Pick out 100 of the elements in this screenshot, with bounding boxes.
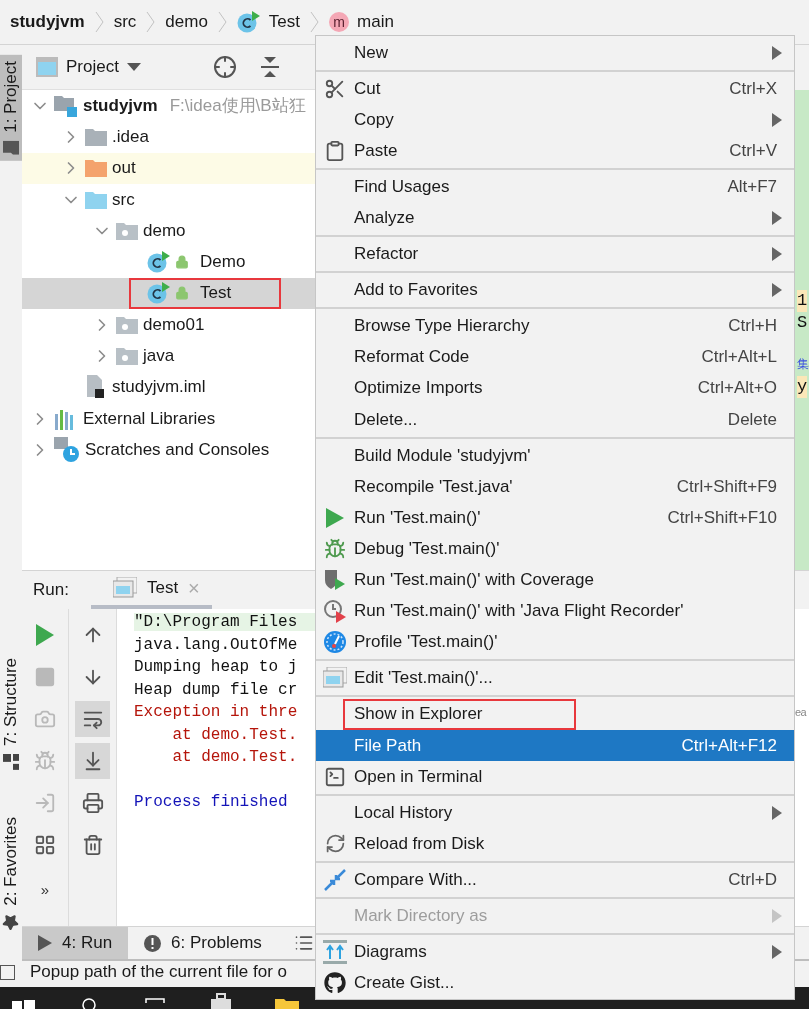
console-fragment: ea <box>795 706 807 719</box>
tree-item[interactable]: out <box>22 152 315 184</box>
bug-icon <box>34 750 56 772</box>
tree-item[interactable]: demo <box>22 215 315 247</box>
structure-icon <box>3 754 19 771</box>
menu-item[interactable]: Open in Terminal <box>316 761 794 793</box>
diagram-icon <box>323 940 347 965</box>
play-icon <box>36 624 54 646</box>
shortcut-label: Ctrl+H <box>728 316 777 337</box>
status-text: Popup path of the current file for o <box>30 962 288 982</box>
briefcase-icon[interactable] <box>208 993 234 1009</box>
code-fragment: 集 <box>797 357 809 374</box>
menu-item[interactable]: Analyze <box>316 202 794 234</box>
console-line: Dumping heap to j <box>134 658 299 677</box>
tool-window-tab[interactable]: 2: Favorites <box>0 811 22 937</box>
menu-item[interactable]: Find Usages Alt+F7 <box>316 171 794 203</box>
lock-icon <box>175 255 189 270</box>
view-selector[interactable]: Project <box>36 57 141 77</box>
menu-item[interactable]: Debug 'Test.main()' <box>316 533 794 565</box>
menu-item[interactable]: Delete... Delete <box>316 404 794 436</box>
trash-icon <box>81 834 104 856</box>
menu-item[interactable]: New <box>316 37 794 69</box>
toolbar-button[interactable] <box>75 701 110 737</box>
clipboard-icon <box>324 139 346 162</box>
menu-item[interactable]: Reformat Code Ctrl+Alt+L <box>316 341 794 373</box>
console-line: Heap dump file cr <box>134 680 299 699</box>
tool-window-tab[interactable]: 1: Project <box>0 55 22 161</box>
menu-item[interactable]: Compare With... Ctrl+D <box>316 864 794 896</box>
gauge-icon <box>323 630 347 655</box>
shortcut-label: Ctrl+Shift+F9 <box>676 476 777 497</box>
more-button[interactable]: » <box>40 881 50 898</box>
class-icon <box>147 251 171 274</box>
breadcrumb-item[interactable]: src <box>113 12 137 32</box>
breadcrumb-item[interactable]: Test <box>236 11 301 33</box>
tree-item[interactable]: External Libraries <box>22 402 315 435</box>
class-icon <box>147 282 171 305</box>
menu-item[interactable]: Run 'Test.main()' with 'Java Flight Recorder' <box>316 595 794 627</box>
menu-item[interactable]: Edit 'Test.main()'... <box>316 662 794 694</box>
menu-item[interactable]: Cut Ctrl+X <box>316 73 794 105</box>
tree-item[interactable]: Scratches and Consoles <box>22 434 315 466</box>
tree-item[interactable]: Test <box>22 277 315 310</box>
camera-icon <box>34 708 56 730</box>
breadcrumb-item[interactable]: demo <box>165 12 208 32</box>
tree-item[interactable]: studyjvm.iml <box>22 371 315 403</box>
window-icon <box>323 667 347 690</box>
class-icon <box>236 11 261 33</box>
import-icon <box>34 792 56 814</box>
package-icon <box>116 347 138 365</box>
stop-icon <box>34 666 56 688</box>
menu-item[interactable]: Run 'Test.main()' with Coverage <box>316 564 794 596</box>
tree-item[interactable]: studyjvm F:\idea使用\B站狂 <box>22 90 315 122</box>
collapse-all-icon[interactable] <box>260 56 279 78</box>
menu-item[interactable]: Paste Ctrl+V <box>316 135 794 167</box>
tree-item[interactable]: .idea <box>22 121 315 153</box>
menu-item[interactable]: File Path Ctrl+Alt+F12 <box>316 729 794 762</box>
toolbar-button[interactable] <box>75 743 110 779</box>
star-icon <box>2 914 20 931</box>
tree-item[interactable]: src <box>22 183 315 216</box>
console-line: Exception in thre <box>134 703 299 722</box>
menu-item[interactable]: Add to Favorites <box>316 274 794 306</box>
menu-item[interactable]: Browse Type Hierarchy Ctrl+H <box>316 310 794 342</box>
console-line: at demo.Test. <box>171 748 299 767</box>
clock-play-icon <box>323 599 347 624</box>
tree-item[interactable]: Demo <box>22 246 315 278</box>
menu-item[interactable]: Optimize Imports Ctrl+Alt+O <box>316 372 794 405</box>
menu-item[interactable]: Copy <box>316 104 794 136</box>
package-icon <box>116 221 138 240</box>
menu-item[interactable]: Reload from Disk <box>316 828 794 860</box>
menu-item[interactable]: Show in Explorer <box>316 698 794 730</box>
menu-item[interactable]: Diagrams <box>316 936 794 968</box>
tool-tab[interactable]: 6: Problems <box>128 927 278 959</box>
shortcut-label: Ctrl+Alt+F12 <box>681 735 777 756</box>
breadcrumb-item[interactable]: studyjvm <box>10 12 85 32</box>
menu-item[interactable]: Recompile 'Test.java' Ctrl+Shift+F9 <box>316 471 794 503</box>
play-icon <box>38 935 52 951</box>
alert-icon <box>144 934 162 952</box>
path-hint: F:\idea使用\B站狂 <box>169 95 306 118</box>
console-line: Process finished <box>134 792 289 811</box>
dropdown-caret-icon <box>126 63 141 71</box>
tree-item[interactable]: demo01 <box>22 309 315 341</box>
menu-item[interactable]: Refactor <box>316 238 794 270</box>
file-icon <box>85 375 107 400</box>
window-icon <box>36 57 58 77</box>
code-fragment: S <box>797 312 808 334</box>
breadcrumb-item[interactable]: m main <box>329 12 394 32</box>
tool-tab[interactable]: 4: Run <box>22 927 129 959</box>
shortcut-label: Ctrl+Shift+F10 <box>667 507 777 528</box>
menu-item[interactable]: Local History <box>316 797 794 829</box>
breadcrumb-separator-icon <box>94 11 104 33</box>
code-fragment: y <box>797 376 808 398</box>
menu-item[interactable]: Run 'Test.main()' Ctrl+Shift+F10 <box>316 502 794 534</box>
tool-window-tab[interactable]: 7: Structure <box>0 652 22 777</box>
tree-item[interactable]: java <box>22 340 315 372</box>
menu-item[interactable]: Create Gist... <box>316 967 794 999</box>
locate-icon[interactable] <box>212 55 237 79</box>
octocat-icon <box>324 972 346 995</box>
lock-icon <box>175 286 189 301</box>
menu-item[interactable]: Profile 'Test.main()' <box>316 626 794 658</box>
menu-item[interactable]: Build Module 'studyjvm' <box>316 440 794 472</box>
bug-icon <box>324 537 346 560</box>
